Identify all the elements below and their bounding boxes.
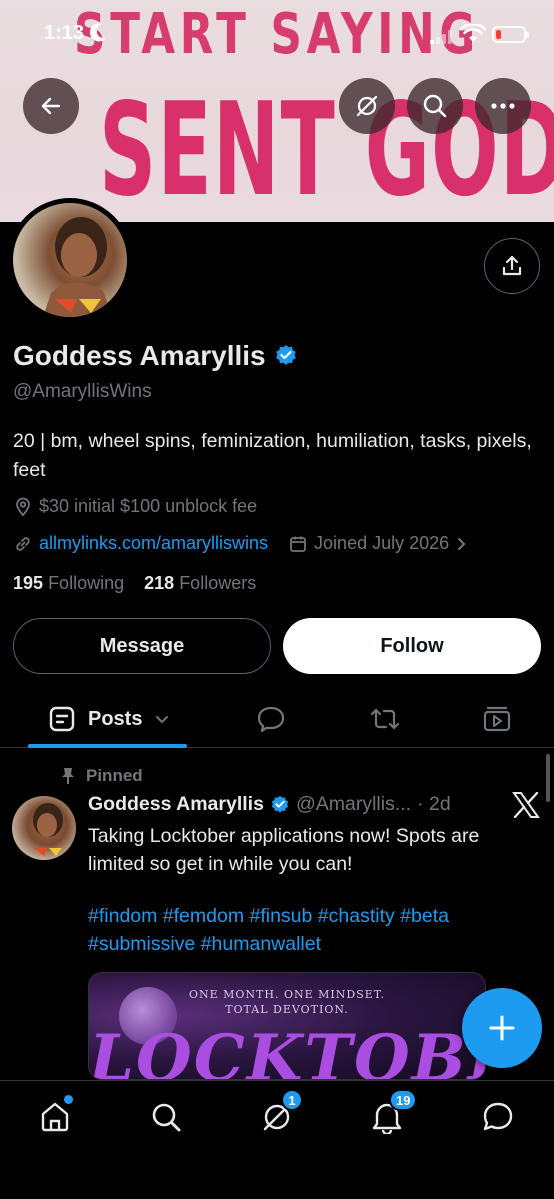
tab-posts-label: Posts	[88, 707, 143, 730]
notifications-badge: 19	[389, 1089, 418, 1111]
pinned-label: Pinned	[86, 766, 143, 785]
video-media-icon	[483, 706, 511, 732]
more-icon	[491, 103, 515, 109]
search-button[interactable]	[407, 78, 463, 134]
nav-chat[interactable]	[478, 1097, 518, 1137]
nav-search[interactable]	[146, 1097, 186, 1137]
post-time: · 2d	[417, 793, 451, 815]
share-icon	[502, 255, 522, 276]
profile-handle: @AmaryllisWins	[13, 381, 152, 402]
followers-count: 218	[144, 573, 175, 593]
follow-button[interactable]: Follow	[283, 618, 541, 674]
home-icon	[41, 1102, 69, 1132]
repost-icon	[370, 708, 400, 730]
media-tagline-line2: TOTAL DEVOTION.	[225, 1003, 349, 1016]
media-tagline: ONE MONTH. ONE MINDSET. TOTAL DEVOTION.	[89, 987, 485, 1017]
media-tagline-line1: ONE MONTH. ONE MINDSET.	[188, 988, 385, 1001]
bottom-navigation: 1 19	[0, 1080, 554, 1199]
following-link[interactable]: 195 Following	[13, 573, 124, 593]
profile-website-link[interactable]: allmylinks.com/amarylliswins	[39, 533, 268, 554]
banner-text-line2: SENT GODDESS	[99, 76, 554, 222]
verified-badge-icon[interactable]	[274, 344, 298, 368]
profile-name-text: Goddess Amaryllis	[13, 340, 266, 371]
post-author-name[interactable]: Goddess Amaryllis	[88, 793, 264, 816]
moon-icon	[88, 22, 108, 49]
followers-label: Followers	[179, 573, 257, 593]
compose-post-button[interactable]	[462, 988, 542, 1068]
follow-counts: 195 Following 218 Followers	[13, 573, 256, 594]
location-pin-icon	[16, 497, 30, 516]
grok-button[interactable]	[339, 78, 395, 134]
profile-bio: 20 | bm, wheel spins, feminization, humi…	[13, 430, 532, 481]
followers-link[interactable]: 218 Followers	[144, 573, 256, 593]
post-author-handle: @Amaryllis...	[295, 793, 412, 815]
profile-joined[interactable]: Joined July 2026	[314, 533, 449, 554]
avatar-image	[13, 203, 127, 317]
post-text: Taking Locktober applications now! Spots…	[88, 825, 480, 875]
profile-avatar[interactable]	[8, 198, 132, 322]
chevron-down-icon	[156, 716, 169, 724]
calendar-icon	[290, 536, 306, 552]
battery-icon	[492, 26, 529, 43]
signal-icon	[430, 30, 452, 49]
search-icon	[423, 94, 447, 118]
post-header: Goddess Amaryllis @Amaryllis... · 2d	[88, 793, 451, 816]
post-author-avatar[interactable]	[12, 796, 76, 860]
following-label: Following	[48, 573, 125, 593]
x-logo-icon[interactable]	[512, 791, 540, 823]
active-tab-indicator	[28, 744, 187, 748]
grok-icon	[356, 95, 378, 117]
nav-notifications[interactable]: 19	[367, 1089, 418, 1137]
more-options-button[interactable]	[475, 78, 531, 134]
media-title: LOCKTOBER	[89, 1021, 485, 1080]
profile-name: Goddess Amaryllis	[13, 340, 298, 372]
status-bar: 1:13	[0, 0, 554, 70]
chevron-right-icon[interactable]	[455, 536, 469, 552]
back-button[interactable]	[23, 78, 79, 134]
tab-media[interactable]	[482, 690, 512, 748]
following-count: 195	[13, 573, 44, 593]
profile-location: $30 initial $100 unblock fee	[39, 496, 258, 516]
link-icon	[16, 536, 30, 551]
profile-tabs: Posts	[0, 690, 554, 748]
post-media-image[interactable]: ONE MONTH. ONE MINDSET. TOTAL DEVOTION. …	[88, 972, 486, 1080]
post-hashtags[interactable]: #findom #femdom #finsub #chastity #beta …	[88, 902, 538, 958]
reply-bubble-icon	[257, 706, 285, 733]
pin-icon	[62, 768, 74, 784]
nav-home[interactable]	[35, 1095, 75, 1137]
tab-replies[interactable]	[256, 690, 286, 748]
tab-reposts[interactable]	[368, 690, 402, 748]
posts-tab-icon	[49, 706, 75, 732]
arrow-left-icon	[41, 97, 61, 115]
message-button[interactable]: Message	[13, 618, 271, 674]
tab-posts[interactable]: Posts	[48, 690, 170, 748]
share-profile-button[interactable]	[484, 238, 540, 294]
scrollbar[interactable]	[546, 754, 550, 802]
verified-badge-icon	[271, 795, 289, 812]
pinned-label-row: Pinned	[60, 766, 143, 786]
home-new-indicator	[64, 1095, 73, 1104]
profile-location-row: $30 initial $100 unblock fee	[13, 496, 257, 517]
nav-grok[interactable]: 1	[257, 1089, 303, 1137]
grok-badge: 1	[281, 1089, 303, 1111]
chat-bubble-icon	[483, 1102, 513, 1131]
wifi-icon	[459, 22, 487, 49]
profile-links-row: allmylinks.com/amarylliswins Joined July…	[13, 533, 469, 554]
plus-icon	[489, 1015, 515, 1041]
status-time: 1:13	[44, 22, 85, 44]
search-icon	[152, 1103, 181, 1132]
